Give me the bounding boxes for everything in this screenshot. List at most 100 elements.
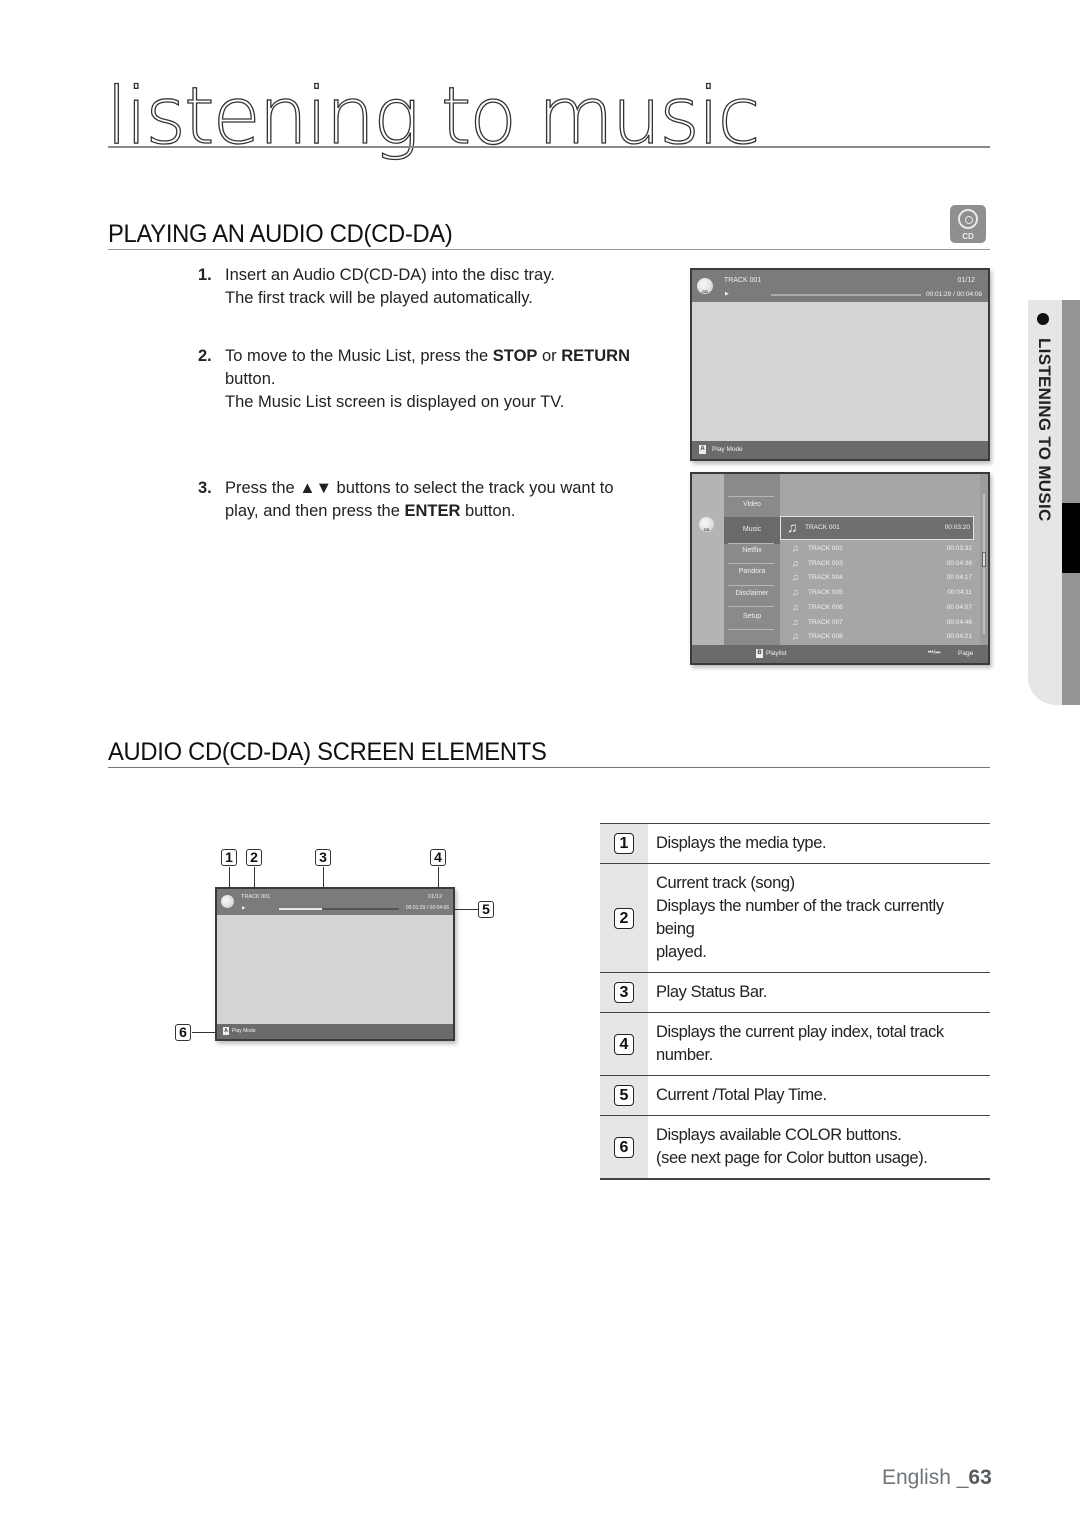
track-time: 00:03:32 bbox=[946, 545, 972, 552]
menu-item-music[interactable]: Music bbox=[724, 526, 780, 533]
element-number: 1 bbox=[614, 833, 634, 854]
a-button-icon: A bbox=[223, 1027, 229, 1035]
track-index: 01/12 bbox=[957, 277, 975, 284]
element-number: 5 bbox=[614, 1085, 634, 1106]
cd-disc-icon: CD bbox=[697, 278, 713, 294]
step-text: Insert an Audio CD(CD-DA) into the disc … bbox=[225, 266, 555, 284]
element-description: Displays the current play index, total t… bbox=[656, 1023, 944, 1064]
playback-info-bar: CD TRACK 001 01/12 ▶ 00:01:29 / 00:04:06 bbox=[692, 270, 988, 302]
track-time: 00:04:46 bbox=[946, 618, 972, 626]
color-button-bar: B Playlist ⏮/⏭ Page bbox=[692, 645, 988, 663]
music-note-icon: ♫ bbox=[792, 557, 799, 568]
element-description: Displays the number of the track current… bbox=[656, 897, 944, 938]
track-time: 00:04:17 bbox=[946, 574, 972, 582]
cd-disc-icon bbox=[221, 895, 234, 908]
return-key: RETURN bbox=[561, 347, 631, 365]
title-rule bbox=[108, 146, 990, 148]
track-time: 00:04:11 bbox=[947, 589, 972, 597]
page-label: Page bbox=[958, 650, 974, 657]
play-time: 00:01:29 / 00:04:06 bbox=[925, 291, 982, 298]
section-heading-elements: AUDIO CD(CD-DA) SCREEN ELEMENTS bbox=[108, 738, 547, 766]
a-button-icon: A bbox=[699, 445, 706, 454]
track-time: 00:03:20 bbox=[944, 524, 970, 531]
music-list-screen: CD Video Music Netflix Pandora Disclaime… bbox=[690, 472, 990, 665]
element-row: 1 Displays the media type. bbox=[600, 823, 990, 863]
step-text: The Music List screen is displayed on yo… bbox=[225, 393, 565, 411]
step-number: 1. bbox=[198, 266, 212, 284]
track-row[interactable]: ♫ TRACK 003 00:04:36 bbox=[792, 558, 972, 572]
element-description: Current track (song) bbox=[656, 874, 795, 892]
menu-item-video[interactable]: Video bbox=[724, 501, 780, 508]
side-tab-label: LISTENING TO MUSIC bbox=[1035, 338, 1054, 522]
play-status-bar bbox=[279, 908, 399, 910]
callout-5: 5 bbox=[478, 901, 494, 918]
element-description: Displays available COLOR buttons. bbox=[656, 1126, 902, 1144]
music-note-icon: ♫ bbox=[792, 587, 799, 598]
elements-table: 1 Displays the media type. 2 Current track … bbox=[600, 823, 990, 1180]
page-title: listening to music bbox=[105, 72, 761, 162]
element-row: 6 Displays available COLOR buttons. (see n… bbox=[600, 1115, 990, 1180]
element-description: Play Status Bar. bbox=[656, 983, 767, 1001]
track-row[interactable]: ♫ TRACK 006 00:04:07 bbox=[792, 602, 972, 616]
element-row: 5 Current /Total Play Time. bbox=[600, 1075, 990, 1115]
element-number: 3 bbox=[614, 982, 634, 1003]
skip-icon: ⏮/⏭ bbox=[928, 650, 941, 656]
menu-panel: Video Music Netflix Pandora Disclaimer S… bbox=[724, 474, 780, 645]
play-status-fill bbox=[279, 908, 323, 910]
music-note-icon: ♫ bbox=[792, 601, 799, 612]
scrollbar[interactable] bbox=[982, 494, 986, 634]
track-name: TRACK 002 bbox=[808, 545, 843, 552]
element-number: 4 bbox=[614, 1033, 634, 1055]
playlist-label: Playlist bbox=[766, 650, 787, 657]
play-mode-label: Play Mode bbox=[712, 446, 743, 453]
track-time: 00:04:21 bbox=[946, 633, 972, 641]
diagram-playback-screen: TRACK 001 01/12 ▶ 00:01:29 / 00:04:06 A … bbox=[215, 887, 455, 1041]
menu-item-pandora[interactable]: Pandora bbox=[724, 568, 780, 575]
element-description: Current /Total Play Time. bbox=[656, 1086, 827, 1104]
track-name: TRACK 003 bbox=[808, 559, 843, 567]
callout-6: 6 bbox=[175, 1024, 191, 1041]
element-description: played. bbox=[656, 943, 707, 961]
track-name: TRACK 008 bbox=[808, 633, 843, 641]
menu-item-disclaimer[interactable]: Disclaimer bbox=[724, 590, 780, 597]
side-tab-marker bbox=[1062, 503, 1080, 573]
section-rule bbox=[108, 249, 990, 250]
cd-disc-icon: CD bbox=[699, 517, 714, 532]
enter-key: ENTER bbox=[404, 502, 461, 520]
element-description: Displays the media type. bbox=[656, 834, 827, 852]
b-button-icon: B bbox=[756, 649, 763, 658]
elements-diagram: 1 2 3 4 5 6 TRACK 001 01/12 ▶ 00:01:29 /… bbox=[170, 840, 510, 1050]
track-row[interactable]: ♫ TRACK 004 00:04:17 bbox=[792, 572, 972, 586]
stop-key: STOP bbox=[492, 347, 538, 365]
track-row[interactable]: ♫ TRACK 008 00:04:21 bbox=[792, 631, 972, 645]
playback-screen: CD TRACK 001 01/12 ▶ 00:01:29 / 00:04:06… bbox=[690, 268, 990, 461]
track-name: TRACK 001 bbox=[805, 524, 840, 531]
track-time: 00:04:36 bbox=[946, 559, 972, 567]
callout-2: 2 bbox=[246, 849, 262, 866]
step-text: button. bbox=[225, 370, 276, 388]
disc-strip: CD bbox=[692, 474, 724, 645]
section-heading-playing: PLAYING AN AUDIO CD(CD-DA) bbox=[108, 220, 453, 248]
scrollbar-thumb[interactable] bbox=[982, 552, 986, 567]
menu-item-setup[interactable]: Setup bbox=[724, 613, 780, 620]
element-row: 4 Displays the current play index, total … bbox=[600, 1012, 990, 1075]
track-row[interactable]: ♫ TRACK 002 00:03:32 bbox=[792, 543, 972, 557]
track-index: 01/12 bbox=[428, 894, 442, 900]
page-footer: English _63 bbox=[882, 1466, 992, 1490]
track-name: TRACK 006 bbox=[808, 603, 843, 611]
music-note-icon: ♫ bbox=[787, 519, 798, 535]
current-track: TRACK 001 bbox=[724, 277, 762, 284]
cd-badge-label: CD bbox=[962, 232, 974, 241]
track-row-selected[interactable]: ♫ TRACK 001 00:03:20 bbox=[780, 516, 974, 540]
track-row[interactable]: ♫ TRACK 007 00:04:46 bbox=[792, 617, 972, 631]
cd-disc-icon: CD bbox=[950, 205, 986, 243]
footer-language: English _ bbox=[882, 1466, 969, 1489]
callout-4: 4 bbox=[430, 849, 446, 866]
menu-item-netflix[interactable]: Netflix bbox=[724, 547, 780, 554]
track-row[interactable]: ♫ TRACK 005 00:04:11 bbox=[792, 587, 972, 601]
play-icon: ▶ bbox=[725, 291, 729, 297]
track-name: TRACK 005 bbox=[808, 589, 843, 597]
music-note-icon: ♫ bbox=[792, 631, 799, 642]
element-description: (see next page for Color button usage). bbox=[656, 1149, 928, 1167]
element-number: 2 bbox=[614, 907, 634, 929]
